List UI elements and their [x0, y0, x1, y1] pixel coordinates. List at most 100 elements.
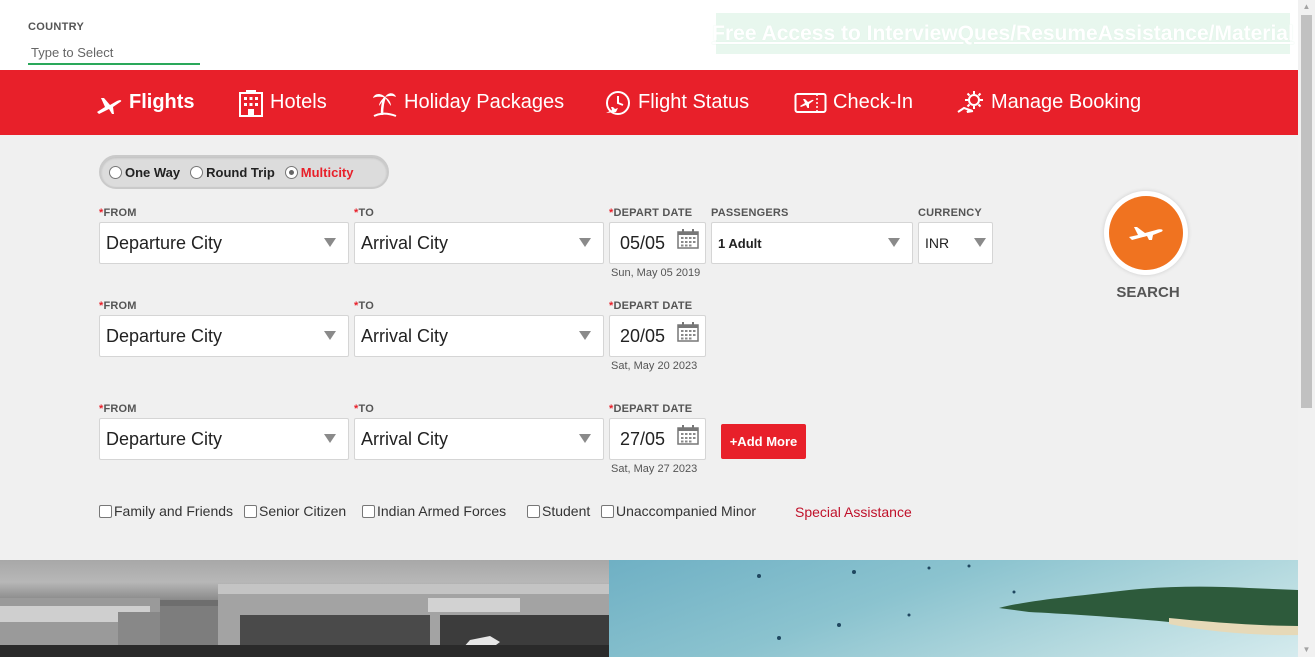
from-value-3: Departure City: [106, 428, 223, 449]
add-more-button[interactable]: +Add More: [721, 424, 806, 459]
currency-label: CURRENCY: [918, 207, 982, 219]
from-select-1[interactable]: Departure City: [99, 222, 349, 264]
depart-date-label-1: *DEPART DATE: [609, 207, 693, 219]
main-nav: Flights Hotels Holiday Packages Flight S…: [0, 70, 1298, 135]
radio-circle: [109, 165, 122, 179]
search-button-circle: [1109, 196, 1183, 270]
nav-flights-label: Flights: [129, 91, 195, 113]
calendar-icon: [677, 425, 699, 445]
radio-multicity[interactable]: Multicity: [284, 164, 354, 180]
ticket-icon: [794, 92, 827, 113]
depart-date-value-3: 27/05: [620, 428, 666, 449]
calendar-icon: [677, 322, 699, 342]
country-input[interactable]: [28, 41, 200, 65]
nav-hotels-label: Hotels: [270, 91, 327, 113]
checkbox-square: [601, 504, 614, 518]
to-select-1[interactable]: Arrival City: [354, 222, 604, 264]
building-icon: [239, 89, 263, 117]
search-label: SEARCH: [1116, 284, 1180, 301]
radio-multicity-label: Multicity: [300, 164, 354, 180]
checkbox-student[interactable]: Student: [527, 503, 590, 519]
checkbox-armed-forces[interactable]: Indian Armed Forces: [362, 503, 506, 519]
checkbox-armed-forces-label: Indian Armed Forces: [377, 503, 507, 519]
trip-type-selector: One Way Round Trip Multicity: [99, 155, 389, 189]
depart-date-label-3: *DEPART DATE: [609, 403, 693, 415]
chevron-down-icon: [579, 434, 591, 443]
gear-hand-icon: [957, 90, 983, 113]
from-label-1: *FROM: [99, 207, 137, 219]
promo-link[interactable]: Free Access to InterviewQues/ResumeAssis…: [712, 22, 1294, 46]
chevron-down-icon: [888, 238, 900, 247]
depart-date-3[interactable]: 27/05: [609, 418, 706, 460]
search-button[interactable]: [1104, 191, 1188, 275]
checkbox-family-friends-label: Family and Friends: [114, 503, 234, 519]
nav-hotels[interactable]: Hotels: [238, 70, 327, 135]
page: COUNTRY Free Access to InterviewQues/Res…: [0, 0, 1315, 657]
checkbox-square: [527, 504, 540, 518]
nav-flight-status-label: Flight Status: [638, 91, 750, 113]
radio-one-way[interactable]: One Way: [109, 165, 180, 180]
nav-manage-booking[interactable]: Manage Booking: [957, 70, 1141, 135]
to-select-2[interactable]: Arrival City: [354, 315, 604, 357]
checkbox-unaccompanied-minor-label: Unaccompanied Minor: [616, 503, 757, 519]
page-scrollbar[interactable]: ▲ ▼: [1298, 0, 1315, 657]
scroll-up-arrow-icon[interactable]: ▲: [1298, 0, 1315, 14]
from-value-1: Departure City: [106, 232, 223, 253]
passengers-value: 1 Adult: [718, 235, 762, 251]
checkbox-unaccompanied-minor[interactable]: Unaccompanied Minor: [601, 503, 756, 519]
to-label-1: *TO: [354, 207, 374, 219]
palm-tree-icon: [373, 92, 397, 117]
depart-date-value-2: 20/05: [620, 325, 666, 346]
checkbox-student-label: Student: [542, 503, 591, 519]
nav-holiday-packages-label: Holiday Packages: [404, 91, 565, 113]
nav-holiday-packages[interactable]: Holiday Packages: [370, 70, 564, 135]
depart-date-2[interactable]: 20/05: [609, 315, 706, 357]
nav-manage-booking-label: Manage Booking: [991, 91, 1142, 113]
depart-date-1[interactable]: 05/05: [609, 222, 706, 264]
from-label-3: *FROM: [99, 403, 137, 415]
depart-date-full-1: Sun, May 05 2019: [611, 267, 701, 279]
depart-date-value-1: 05/05: [620, 232, 666, 253]
clock-plane-icon: [606, 90, 630, 115]
coast-photo: [609, 560, 1298, 657]
airplane-icon: [97, 97, 122, 114]
chevron-down-icon: [579, 238, 591, 247]
radio-one-way-label: One Way: [125, 164, 181, 180]
airplane-icon: [1129, 227, 1163, 240]
hangar-illustration: [0, 584, 609, 657]
radio-round-trip-label: Round Trip: [206, 164, 275, 180]
scroll-thumb[interactable]: [1301, 15, 1312, 408]
country-label: COUNTRY: [28, 21, 85, 33]
booking-form: One Way Round Trip Multicity *FROM *TO *…: [0, 135, 1298, 560]
nav-check-in[interactable]: Check-In: [794, 70, 913, 135]
depart-date-full-2: Sat, May 20 2023: [611, 360, 698, 372]
chevron-down-icon: [324, 331, 336, 340]
checkbox-senior-citizen[interactable]: Senior Citizen: [244, 503, 346, 519]
to-value-2: Arrival City: [361, 325, 449, 346]
passengers-label: PASSENGERS: [711, 207, 789, 219]
scroll-down-arrow-icon[interactable]: ▼: [1298, 643, 1315, 657]
chevron-down-icon: [579, 331, 591, 340]
from-select-3[interactable]: Departure City: [99, 418, 349, 460]
nav-flight-status[interactable]: Flight Status: [604, 70, 749, 135]
currency-value: INR: [925, 235, 950, 251]
chevron-down-icon: [324, 434, 336, 443]
chevron-down-icon: [324, 238, 336, 247]
to-value-3: Arrival City: [361, 428, 449, 449]
checkbox-square: [99, 504, 112, 518]
checkbox-family-friends[interactable]: Family and Friends: [99, 503, 233, 519]
nav-flights[interactable]: Flights: [95, 70, 195, 135]
promo-banner: Free Access to InterviewQues/ResumeAssis…: [712, 13, 1294, 54]
chevron-down-icon: [974, 238, 986, 247]
passengers-select[interactable]: 1 Adult: [711, 222, 913, 264]
checkbox-square: [244, 504, 257, 518]
special-assistance-link[interactable]: Special Assistance: [795, 504, 912, 520]
radio-round-trip[interactable]: Round Trip: [190, 165, 275, 180]
currency-select[interactable]: INR: [918, 222, 993, 264]
from-select-2[interactable]: Departure City: [99, 315, 349, 357]
nav-check-in-label: Check-In: [833, 91, 914, 113]
radio-circle: [284, 165, 298, 179]
to-select-3[interactable]: Arrival City: [354, 418, 604, 460]
hangar-photo: [0, 560, 609, 657]
radio-circle: [190, 165, 204, 179]
